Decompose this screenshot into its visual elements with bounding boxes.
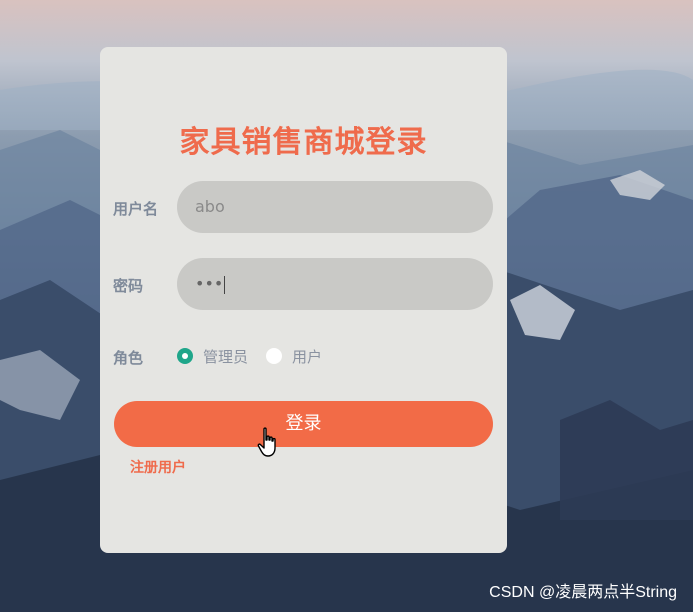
role-option-admin[interactable]: 管理员	[203, 346, 248, 367]
hand-pointer-cursor-icon	[257, 427, 276, 457]
username-label: 用户名	[113, 200, 159, 218]
username-value: abo	[195, 197, 225, 216]
register-link[interactable]: 注册用户	[130, 457, 186, 477]
login-panel: 家具销售商城登录 用户名 abo 密码 ••• 角色 管理员 用户 登录 注册用…	[100, 47, 507, 553]
password-label: 密码	[113, 277, 144, 295]
text-caret	[224, 275, 226, 294]
password-value: •••	[195, 274, 224, 293]
radio-unselected-icon[interactable]	[266, 348, 282, 364]
password-input[interactable]: •••	[177, 258, 493, 310]
username-input[interactable]: abo	[177, 181, 493, 233]
csdn-watermark: CSDN @凌晨两点半String	[489, 584, 677, 601]
login-button[interactable]: 登录	[114, 401, 493, 447]
login-title: 家具销售商城登录	[179, 125, 428, 160]
role-option-user[interactable]: 用户	[292, 346, 322, 367]
radio-selected-icon[interactable]	[177, 348, 193, 364]
role-label: 角色	[113, 349, 144, 367]
